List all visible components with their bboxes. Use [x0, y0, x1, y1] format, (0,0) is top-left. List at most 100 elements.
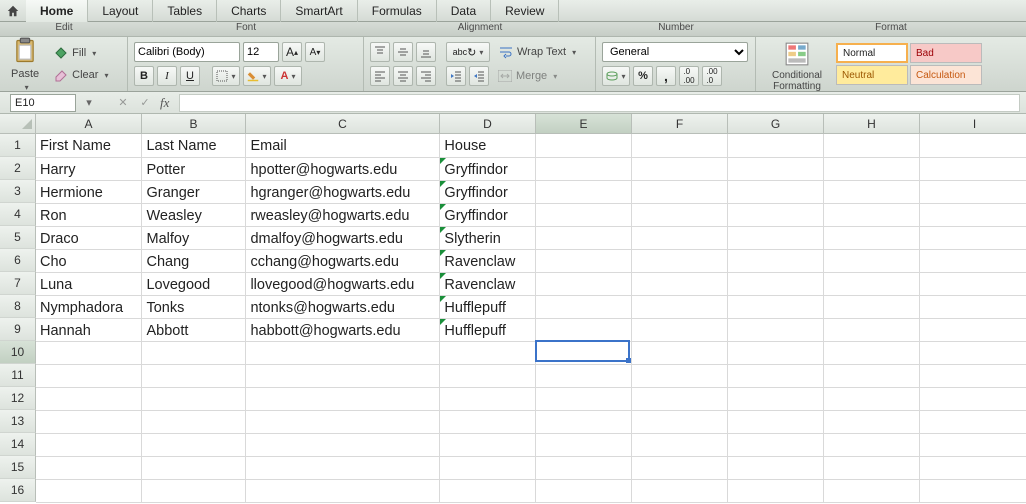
cell-B11[interactable]: [142, 364, 246, 387]
cell-G16[interactable]: [728, 479, 824, 502]
row-header-14[interactable]: 14: [0, 433, 36, 456]
percent-button[interactable]: %: [633, 66, 653, 86]
cell-I3[interactable]: [920, 180, 1026, 203]
cell-F9[interactable]: [632, 318, 728, 341]
row-header-6[interactable]: 6: [0, 249, 36, 272]
column-header-G[interactable]: G: [728, 114, 824, 134]
cell-H13[interactable]: [824, 410, 920, 433]
cell-G7[interactable]: [728, 272, 824, 295]
cell-G8[interactable]: [728, 295, 824, 318]
cell-E7[interactable]: [536, 272, 632, 295]
cell-I16[interactable]: [920, 479, 1026, 502]
tab-review[interactable]: Review: [491, 0, 559, 22]
align-center-button[interactable]: [393, 66, 413, 86]
column-header-F[interactable]: F: [632, 114, 728, 134]
cell-B6[interactable]: Chang: [142, 249, 246, 272]
cell-G12[interactable]: [728, 387, 824, 410]
tab-charts[interactable]: Charts: [217, 0, 281, 22]
cell-G3[interactable]: [728, 180, 824, 203]
currency-button[interactable]: [602, 66, 630, 86]
cell-H9[interactable]: [824, 318, 920, 341]
cell-A8[interactable]: Nymphadora: [36, 295, 142, 318]
cell-H2[interactable]: [824, 157, 920, 180]
cell-E5[interactable]: [536, 226, 632, 249]
cell-D4[interactable]: Gryffindor: [440, 203, 536, 226]
cell-E8[interactable]: [536, 295, 632, 318]
cell-D11[interactable]: [440, 364, 536, 387]
cell-C11[interactable]: [246, 364, 440, 387]
cell-H4[interactable]: [824, 203, 920, 226]
decrease-indent-button[interactable]: [446, 66, 466, 86]
border-button[interactable]: [212, 66, 240, 86]
cell-G2[interactable]: [728, 157, 824, 180]
column-header-A[interactable]: A: [36, 114, 142, 134]
cell-D7[interactable]: Ravenclaw: [440, 272, 536, 295]
cell-C10[interactable]: [246, 341, 440, 364]
cell-C5[interactable]: dmalfoy@hogwarts.edu: [246, 226, 440, 249]
increase-decimal-button[interactable]: .0.00: [679, 66, 699, 86]
cell-I10[interactable]: [920, 341, 1026, 364]
cell-C1[interactable]: Email: [246, 134, 440, 157]
cell-I8[interactable]: [920, 295, 1026, 318]
paste-button[interactable]: Paste: [6, 40, 44, 88]
cell-D12[interactable]: [440, 387, 536, 410]
cell-G11[interactable]: [728, 364, 824, 387]
tab-home[interactable]: Home: [26, 0, 88, 22]
style-normal[interactable]: Normal: [836, 43, 908, 63]
cell-C4[interactable]: rweasley@hogwarts.edu: [246, 203, 440, 226]
row-header-15[interactable]: 15: [0, 456, 36, 479]
row-header-5[interactable]: 5: [0, 226, 36, 249]
cell-I13[interactable]: [920, 410, 1026, 433]
underline-button[interactable]: U: [180, 66, 200, 86]
cell-H10[interactable]: [824, 341, 920, 364]
cell-B16[interactable]: [142, 479, 246, 502]
cell-A1[interactable]: First Name: [36, 134, 142, 157]
cell-F12[interactable]: [632, 387, 728, 410]
cell-B8[interactable]: Tonks: [142, 295, 246, 318]
cell-G4[interactable]: [728, 203, 824, 226]
cell-F2[interactable]: [632, 157, 728, 180]
align-middle-button[interactable]: [393, 42, 413, 62]
cell-I7[interactable]: [920, 272, 1026, 295]
cell-A4[interactable]: Ron: [36, 203, 142, 226]
cell-A9[interactable]: Hannah: [36, 318, 142, 341]
font-size-select[interactable]: [243, 42, 279, 62]
cell-C12[interactable]: [246, 387, 440, 410]
column-header-D[interactable]: D: [440, 114, 536, 134]
row-header-7[interactable]: 7: [0, 272, 36, 295]
row-header-2[interactable]: 2: [0, 157, 36, 180]
cell-A11[interactable]: [36, 364, 142, 387]
fx-icon[interactable]: fx: [158, 95, 171, 111]
cell-I12[interactable]: [920, 387, 1026, 410]
cell-H15[interactable]: [824, 456, 920, 479]
cell-B15[interactable]: [142, 456, 246, 479]
cell-D16[interactable]: [440, 479, 536, 502]
cell-B3[interactable]: Granger: [142, 180, 246, 203]
cell-A6[interactable]: Cho: [36, 249, 142, 272]
align-right-button[interactable]: [416, 66, 436, 86]
name-box[interactable]: E10: [10, 94, 76, 112]
cell-E11[interactable]: [536, 364, 632, 387]
cell-G15[interactable]: [728, 456, 824, 479]
row-header-16[interactable]: 16: [0, 479, 36, 502]
cell-D8[interactable]: Hufflepuff: [440, 295, 536, 318]
cell-E16[interactable]: [536, 479, 632, 502]
name-box-dropdown[interactable]: ▾: [80, 94, 98, 112]
align-left-button[interactable]: [370, 66, 390, 86]
cell-H14[interactable]: [824, 433, 920, 456]
decrease-decimal-button[interactable]: .00.0: [702, 66, 722, 86]
cell-H1[interactable]: [824, 134, 920, 157]
tab-data[interactable]: Data: [437, 0, 491, 22]
row-header-3[interactable]: 3: [0, 180, 36, 203]
fill-button[interactable]: Fill: [48, 43, 113, 63]
cell-C16[interactable]: [246, 479, 440, 502]
tab-smartart[interactable]: SmartArt: [281, 0, 357, 22]
cell-B7[interactable]: Lovegood: [142, 272, 246, 295]
cell-A14[interactable]: [36, 433, 142, 456]
cell-H12[interactable]: [824, 387, 920, 410]
row-header-1[interactable]: 1: [0, 134, 36, 157]
cell-D6[interactable]: Ravenclaw: [440, 249, 536, 272]
cell-A13[interactable]: [36, 410, 142, 433]
row-header-11[interactable]: 11: [0, 364, 36, 387]
cell-D9[interactable]: Hufflepuff: [440, 318, 536, 341]
